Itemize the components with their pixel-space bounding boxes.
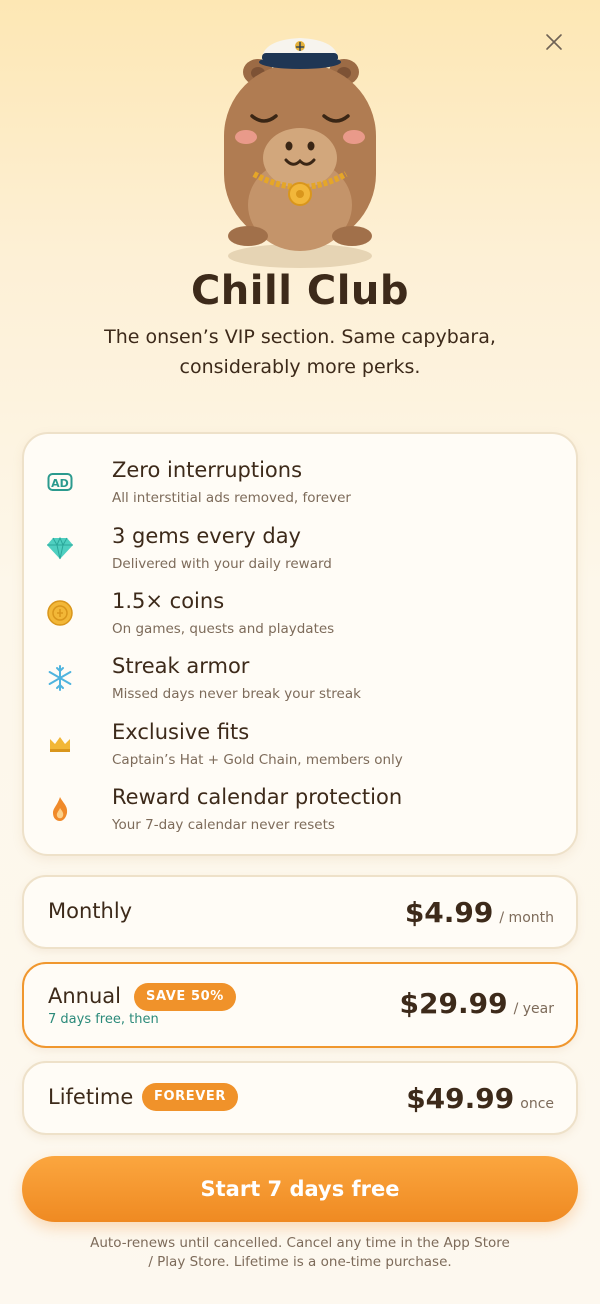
snowflake-icon xyxy=(46,664,74,692)
plan-period: / year xyxy=(513,1001,554,1017)
ad-icon: AD xyxy=(46,468,74,496)
plan-name: Monthly xyxy=(48,899,133,923)
perk-description: All interstitial ads removed, forever xyxy=(112,490,351,506)
plan-period: once xyxy=(520,1096,554,1112)
perk-item: AD Zero interruptions All interstitial a… xyxy=(46,458,556,514)
perk-description: Your 7-day calendar never resets xyxy=(112,817,335,833)
perk-description: On games, quests and playdates xyxy=(112,621,335,637)
crown-icon xyxy=(46,730,74,758)
perk-item: 3 gems every day Delivered with your dai… xyxy=(46,524,556,580)
perk-item: Reward calendar protection Your 7-day ca… xyxy=(46,785,556,841)
plan-name: Lifetime xyxy=(48,1085,134,1109)
save-badge: SAVE 50% xyxy=(134,983,236,1011)
gem-icon xyxy=(46,534,74,562)
capybara-mascot-icon xyxy=(224,38,376,268)
perk-title: Reward calendar protection xyxy=(112,785,403,809)
perk-title: 3 gems every day xyxy=(112,524,301,548)
page-subtitle: The onsen’s VIP section. Same capybara, … xyxy=(104,326,496,378)
perk-description: Delivered with your daily reward xyxy=(112,556,332,572)
perk-title: Streak armor xyxy=(112,654,250,678)
plan-lifetime[interactable]: Lifetime FOREVER $49.99 once xyxy=(22,1061,578,1135)
hero-illustration xyxy=(0,30,600,270)
trial-note: 7 days free, then xyxy=(48,1012,159,1027)
plan-monthly[interactable]: Monthly $4.99 / month xyxy=(22,875,578,949)
perk-description: Captain’s Hat + Gold Chain, members only xyxy=(112,752,403,768)
perk-title: Zero interruptions xyxy=(112,458,303,482)
perk-title: 1.5× coins xyxy=(112,589,225,613)
plan-price: $29.99 xyxy=(399,987,508,1020)
flame-icon xyxy=(46,795,74,823)
plan-period: / month xyxy=(499,910,554,926)
plan-price: $4.99 xyxy=(404,896,494,929)
perk-item: Streak armor Missed days never break you… xyxy=(46,654,556,710)
perks-card: AD Zero interruptions All interstitial a… xyxy=(22,432,578,856)
perk-description: Missed days never break your streak xyxy=(112,686,361,702)
plan-annual[interactable]: Annual SAVE 50% 7 days free, then $29.99… xyxy=(22,962,578,1048)
page-title: Chill Club xyxy=(190,268,410,314)
plan-name: Annual xyxy=(48,984,121,1008)
perk-item: Exclusive fits Captain’s Hat + Gold Chai… xyxy=(46,720,556,776)
forever-badge: FOREVER xyxy=(142,1083,238,1111)
coin-icon xyxy=(46,599,74,627)
perk-title: Exclusive fits xyxy=(112,720,250,744)
perk-item: 1.5× coins On games, quests and playdate… xyxy=(46,589,556,645)
start-trial-button[interactable]: Start 7 days free xyxy=(22,1156,578,1222)
legal-text: Auto-renews until cancelled. Cancel any … xyxy=(90,1235,510,1270)
plan-price: $49.99 xyxy=(406,1082,515,1115)
svg-text:AD: AD xyxy=(51,477,69,490)
